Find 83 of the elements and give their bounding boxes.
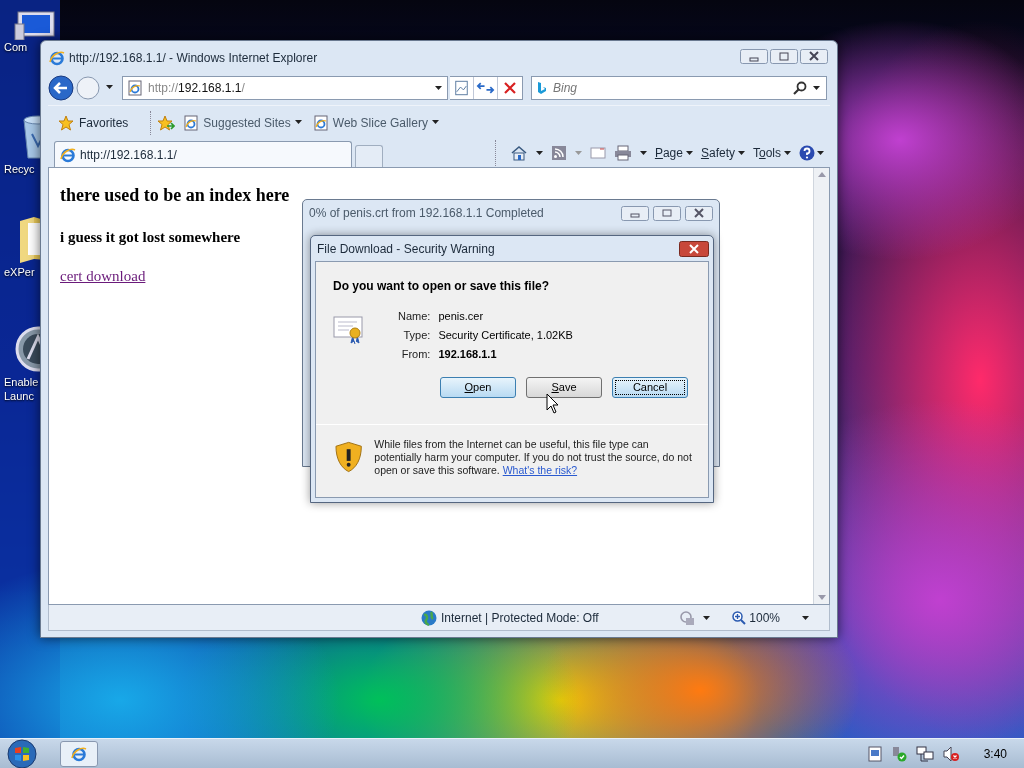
field-label: From: xyxy=(400,347,431,362)
command-menu[interactable]: Page xyxy=(654,144,693,162)
volume-muted-tray-icon[interactable] xyxy=(942,745,959,762)
security-zone-text: Internet | Protected Mode: Off xyxy=(441,609,599,627)
address-field[interactable]: http://192.168.1.1/ xyxy=(122,76,448,100)
search-input[interactable]: Bing xyxy=(553,79,787,97)
help-button[interactable] xyxy=(799,145,824,161)
dialog-question: Do you want to open or save this file? xyxy=(333,278,551,295)
dropdown-caret-icon[interactable] xyxy=(703,615,711,620)
internet-explorer-taskbar-button[interactable] xyxy=(60,740,98,767)
dialog-button[interactable]: Save xyxy=(526,377,602,398)
dialog-button[interactable]: Cancel xyxy=(612,377,688,398)
close-button[interactable] xyxy=(685,205,713,221)
page-icon xyxy=(312,114,329,131)
cert-download-link[interactable]: cert download xyxy=(60,264,146,287)
warning-text: While files from the Internet can be useful, this file type can potentially harm your computer. If you do not trust the source, do not open or save this software. What's the risk? xyxy=(374,438,693,477)
dropdown-caret-icon[interactable] xyxy=(535,151,543,155)
field-label: Type: xyxy=(402,328,431,343)
window-title: 0% of penis.crt from 192.168.1.1 Completed xyxy=(309,205,544,222)
star-icon xyxy=(58,114,74,131)
field-value: Security Certificate, 1.02KB xyxy=(438,328,573,343)
shield-warning-icon xyxy=(335,441,363,473)
favorites-link[interactable]: Web Slice Gallery xyxy=(310,110,442,135)
home-icon[interactable] xyxy=(509,145,528,161)
field-label: Name: xyxy=(398,309,431,324)
favorites-link[interactable]: Suggested Sites xyxy=(181,110,305,135)
search-icon[interactable] xyxy=(793,81,807,95)
page-icon xyxy=(127,80,143,96)
clock[interactable]: 3:40 xyxy=(983,744,1007,763)
search-field[interactable]: Bing xyxy=(531,76,827,100)
page-heading: there used to be an index here xyxy=(60,184,290,207)
window-title: http://192.168.1.1/ - Windows Internet Explorer xyxy=(69,50,318,67)
dropdown-caret-icon xyxy=(431,120,440,125)
favorites-button[interactable]: Favorites xyxy=(54,110,133,135)
back-button[interactable] xyxy=(48,75,74,101)
dropdown-caret-icon xyxy=(784,151,791,155)
icon-label: eXPer xyxy=(4,265,35,279)
cursor-icon xyxy=(546,393,560,415)
dropdown-caret-icon[interactable] xyxy=(813,85,821,91)
zoom-icon xyxy=(732,610,747,625)
scrollbar[interactable] xyxy=(813,168,829,604)
feed-icon[interactable] xyxy=(550,145,567,161)
dropdown-caret-icon[interactable] xyxy=(435,85,443,91)
history-caret-icon[interactable] xyxy=(106,85,116,91)
ie-icon xyxy=(71,745,87,762)
icon-label: Recyc xyxy=(4,162,35,176)
page-icon xyxy=(183,114,200,131)
command-menu[interactable]: Tools xyxy=(752,144,791,162)
globe-icon xyxy=(421,609,437,626)
field-value: penis.cer xyxy=(438,309,485,324)
dropdown-caret-icon xyxy=(685,151,693,155)
printer-icon[interactable] xyxy=(613,145,632,161)
close-button[interactable] xyxy=(679,240,709,257)
bing-icon xyxy=(537,81,547,95)
add-favorite-star-icon[interactable] xyxy=(157,114,176,131)
refresh-button[interactable] xyxy=(474,77,498,99)
dropdown-caret-icon[interactable] xyxy=(802,615,809,620)
zoom-button[interactable]: 100% xyxy=(732,608,780,627)
ie-icon xyxy=(60,146,76,163)
icon-label: Launc xyxy=(4,389,34,403)
scroll-down-icon xyxy=(817,595,826,600)
dialog-title: File Download - Security Warning xyxy=(317,240,495,258)
network-tray-icon[interactable] xyxy=(915,745,934,762)
dropdown-caret-icon xyxy=(817,151,824,155)
computer-icon[interactable] xyxy=(14,10,58,40)
page-subheading: i guess it got lost somewhere xyxy=(60,228,241,247)
ie-icon xyxy=(49,50,65,66)
risk-link[interactable]: What's the risk? xyxy=(502,464,578,476)
address-text: http://192.168.1.1/ xyxy=(148,80,245,97)
close-button[interactable] xyxy=(800,48,828,64)
dropdown-caret-icon xyxy=(737,151,745,155)
icon-label: Com xyxy=(4,40,28,54)
help-icon xyxy=(799,145,815,161)
browser-tab[interactable]: http://192.168.1.1/ xyxy=(54,141,352,167)
command-menu[interactable]: Safety xyxy=(700,144,745,162)
dropdown-caret-icon xyxy=(294,120,303,125)
scroll-up-icon xyxy=(817,172,826,177)
dropdown-caret-icon[interactable] xyxy=(639,151,647,155)
field-value: 192.168.1.1 xyxy=(438,347,498,362)
dialog-button[interactable]: Open xyxy=(440,377,516,398)
icon-label: Enable xyxy=(4,375,39,389)
document-tray-icon[interactable] xyxy=(867,745,882,762)
certificate-icon xyxy=(333,313,365,345)
